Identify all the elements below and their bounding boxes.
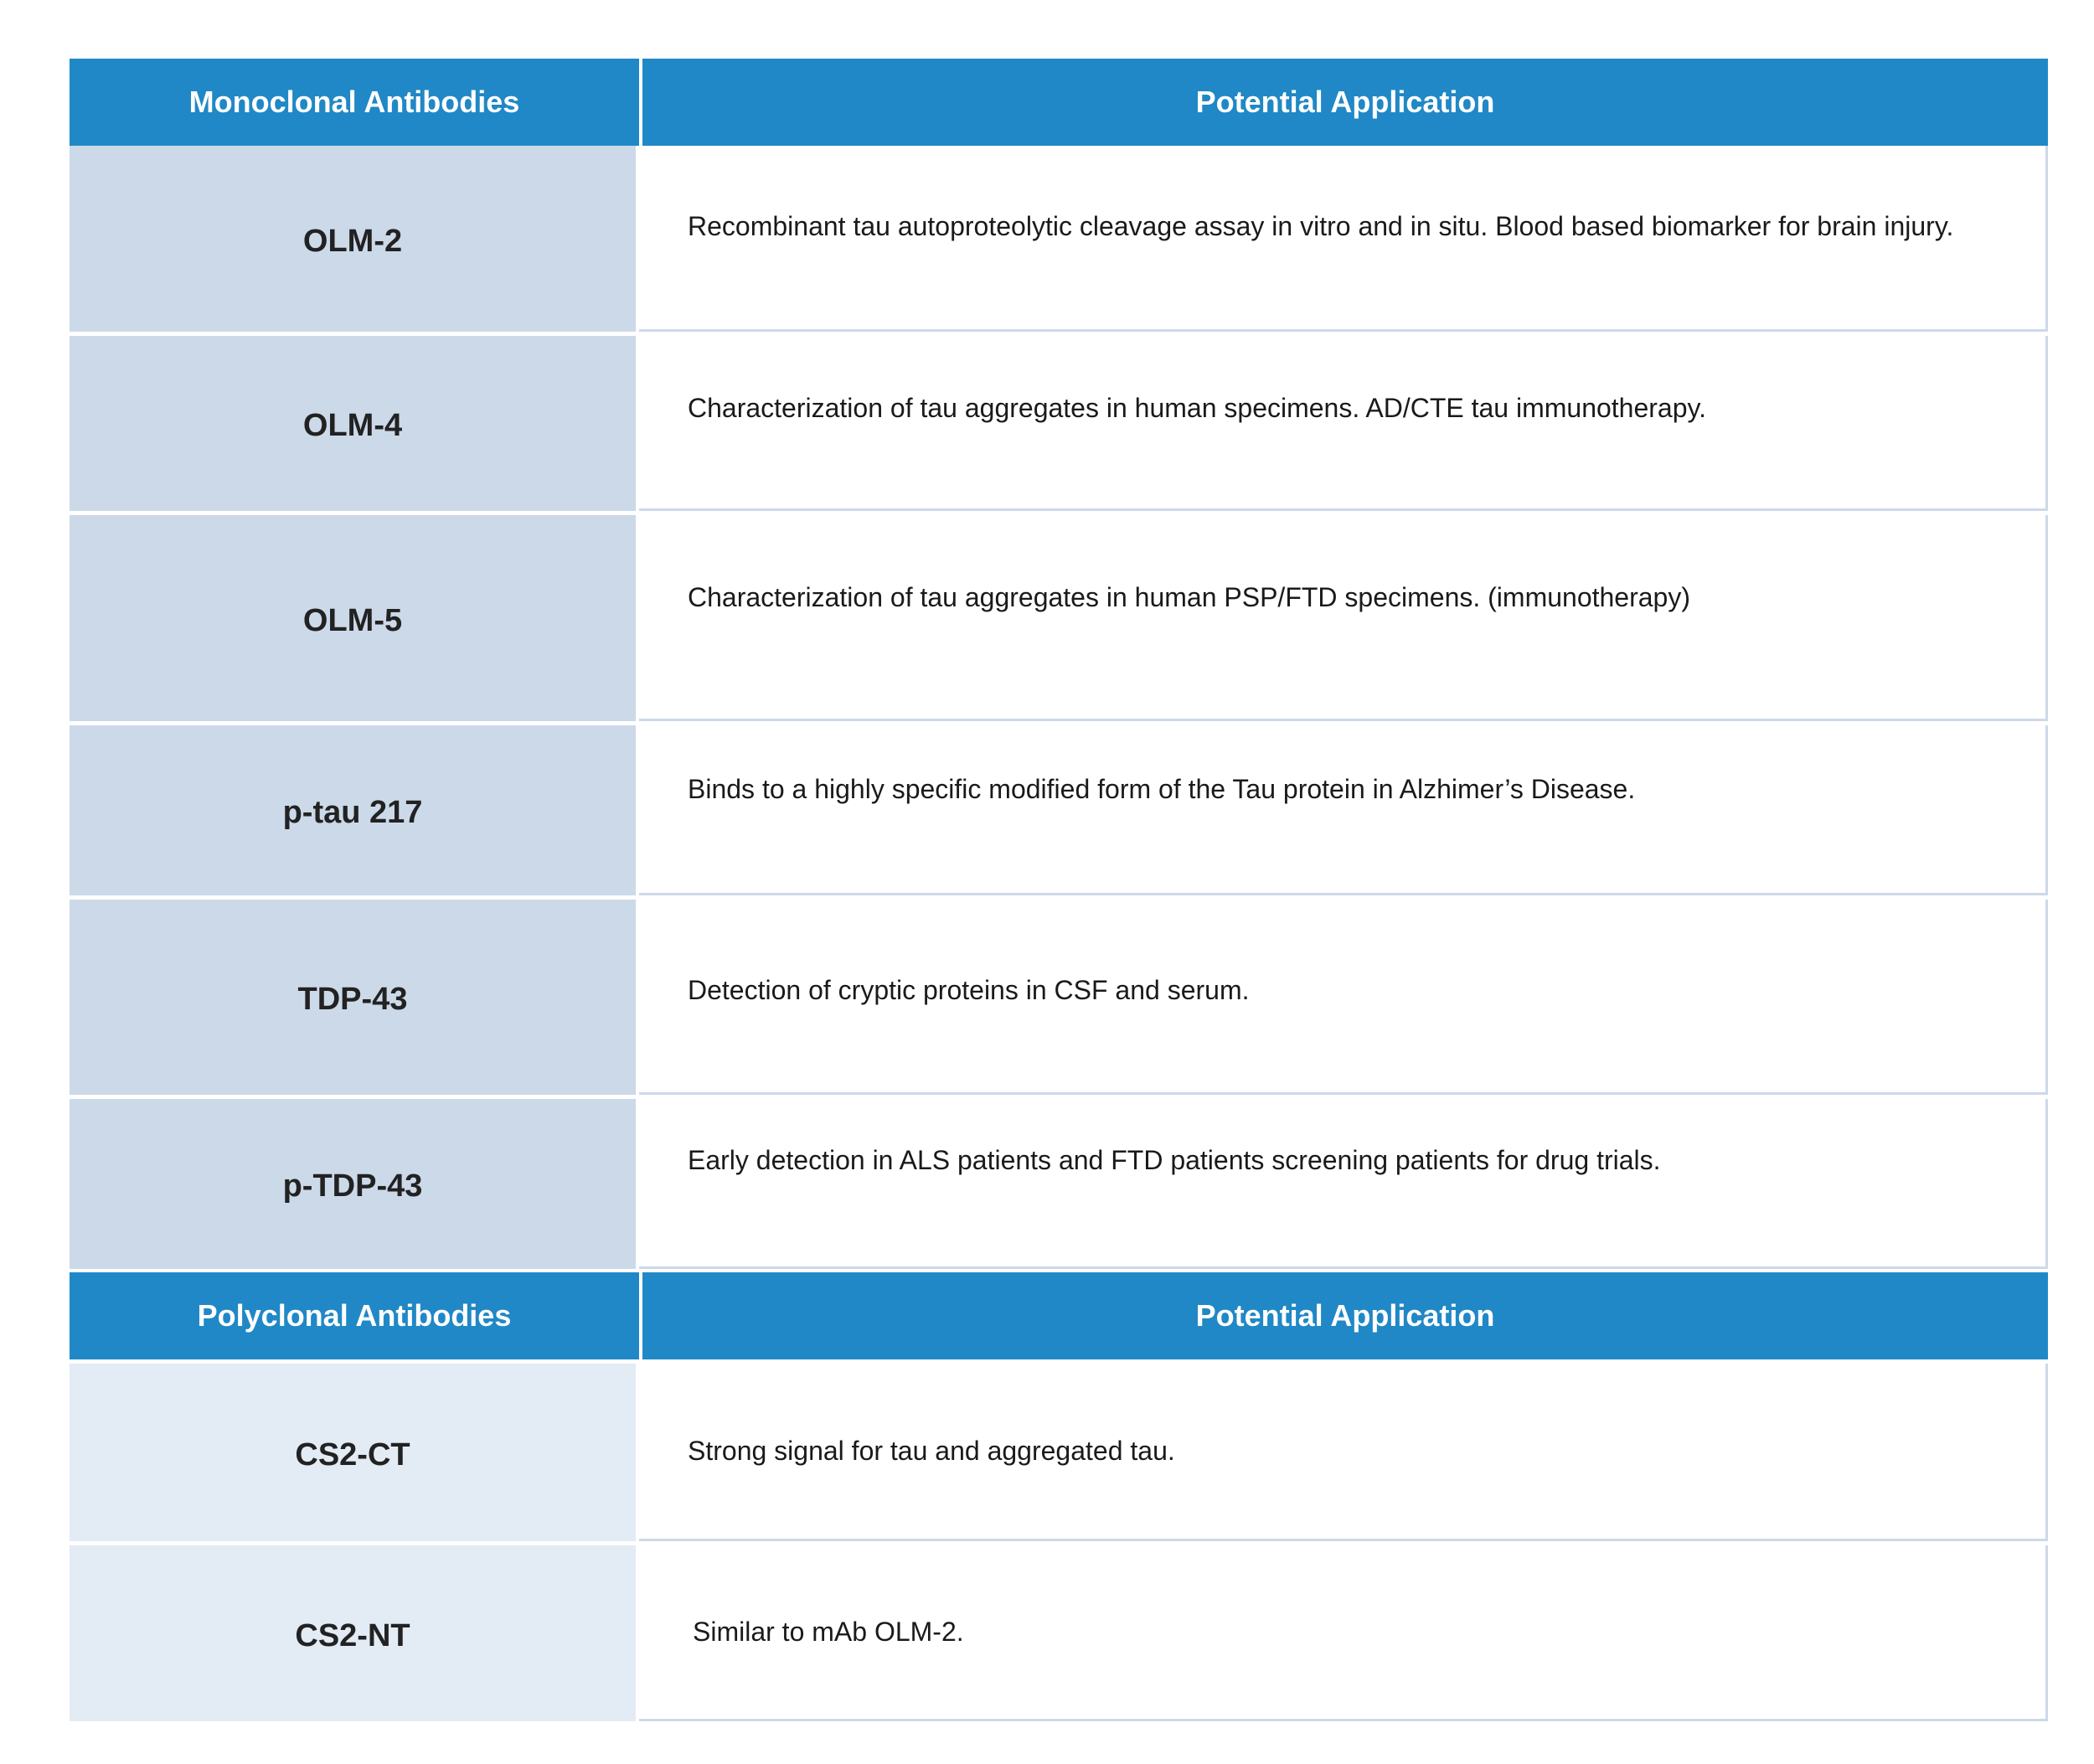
antibody-name: CS2-CT [70, 1364, 639, 1541]
table-row: OLM-2 Recombinant tau autoproteolytic cl… [70, 146, 2048, 336]
antibody-name: OLM-4 [70, 336, 639, 511]
monoclonal-header-row: Monoclonal Antibodies Potential Applicat… [70, 59, 2048, 146]
table-row: TDP-43 Detection of cryptic proteins in … [70, 900, 2048, 1099]
application-header-label: Potential Application [1195, 1298, 1495, 1333]
table-row: p-TDP-43 Early detection in ALS patients… [70, 1099, 2048, 1269]
table-row: CS2-NT Similar to mAb OLM-2. [70, 1545, 2048, 1721]
antibody-application: Characterization of tau aggregates in hu… [639, 336, 2048, 511]
table-row: OLM-4 Characterization of tau aggregates… [70, 336, 2048, 515]
antibody-application: Detection of cryptic proteins in CSF and… [639, 900, 2048, 1095]
antibody-application: Characterization of tau aggregates in hu… [639, 515, 2048, 721]
antibody-application: Similar to mAb OLM-2. [639, 1545, 2048, 1721]
polyclonal-header-row: Polyclonal Antibodies Potential Applicat… [70, 1272, 2048, 1359]
antibody-name: OLM-5 [70, 515, 639, 721]
antibody-table: Monoclonal Antibodies Potential Applicat… [70, 59, 2048, 1721]
table-row: CS2-CT Strong signal for tau and aggrega… [70, 1364, 2048, 1545]
polyclonal-header-label: Polyclonal Antibodies [70, 1272, 642, 1359]
antibody-name: OLM-2 [70, 146, 639, 332]
antibody-application: Recombinant tau autoproteolytic cleavage… [639, 146, 2048, 332]
antibody-application: Strong signal for tau and aggregated tau… [639, 1364, 2048, 1541]
monoclonal-header-label: Monoclonal Antibodies [70, 59, 642, 146]
application-header-label: Potential Application [1195, 85, 1495, 119]
antibody-name: p-tau 217 [70, 725, 639, 895]
antibody-name: p-TDP-43 [70, 1099, 639, 1269]
table-row: p-tau 217 Binds to a highly specific mod… [70, 725, 2048, 900]
antibody-application: Early detection in ALS patients and FTD … [639, 1099, 2048, 1269]
antibody-application: Binds to a highly specific modified form… [639, 725, 2048, 895]
table-row: OLM-5 Characterization of tau aggregates… [70, 515, 2048, 725]
antibody-name: TDP-43 [70, 900, 639, 1095]
antibody-name: CS2-NT [70, 1545, 639, 1721]
